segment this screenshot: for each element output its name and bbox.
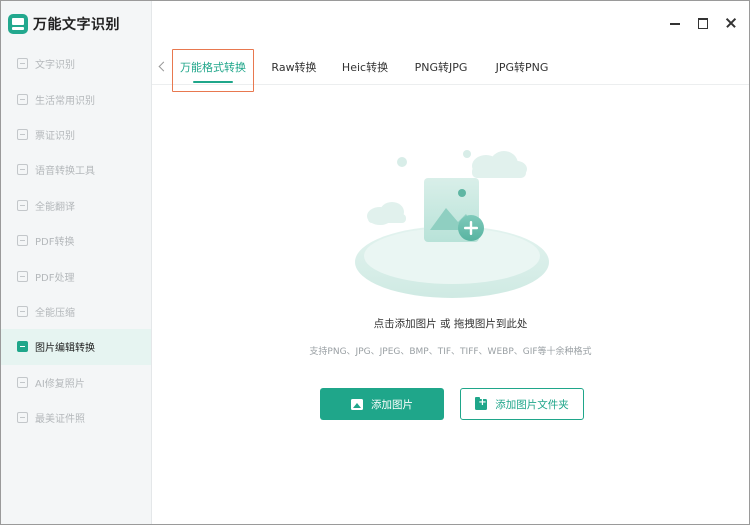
sidebar-item-label: 最美证件照 xyxy=(35,414,85,426)
image-edit-icon xyxy=(17,341,28,353)
chevron-left-icon[interactable] xyxy=(156,60,168,74)
life-scan-icon xyxy=(17,93,28,105)
supported-formats: 支持PNG、JPG、JPEG、BMP、TIF、TIFF、WEBP、GIF等十余种… xyxy=(309,347,592,357)
translate-icon xyxy=(17,199,28,211)
sidebar-item-label: PDF转换 xyxy=(35,237,75,249)
pdf-convert-icon xyxy=(17,235,28,247)
tab-label: 万能格式转换 xyxy=(180,61,246,74)
sidebar-item-pdf-convert[interactable]: PDF转换 xyxy=(1,223,151,258)
tab-label: Raw转换 xyxy=(271,61,317,74)
compress-icon xyxy=(17,305,28,317)
sidebar-item-translate[interactable]: 全能翻译 xyxy=(1,188,151,223)
tab-heic-convert[interactable]: Heic转换 xyxy=(334,49,396,85)
tab-label: JPG转PNG xyxy=(495,61,549,74)
tab-jpg-to-png[interactable]: JPG转PNG xyxy=(486,49,558,85)
sidebar-item-label: 票证识别 xyxy=(35,130,75,142)
sidebar-item-label: AI修复照片 xyxy=(35,378,85,390)
sidebar-item-compress[interactable]: 全能压缩 xyxy=(1,294,151,329)
sidebar-item-label: PDF处理 xyxy=(35,272,75,284)
sidebar-item-text-recognition[interactable]: 文字识别 xyxy=(1,46,151,81)
cloud-right xyxy=(472,151,527,178)
maximize-icon[interactable] xyxy=(697,17,709,29)
app-name: 万能文字识别 xyxy=(33,17,120,33)
minimize-icon[interactable] xyxy=(669,17,681,29)
add-image-button[interactable]: 添加图片 xyxy=(320,388,444,420)
sidebar-item-ticket-recognition[interactable]: 票证识别 xyxy=(1,117,151,152)
image-icon xyxy=(351,398,363,410)
folder-plus-icon xyxy=(475,396,488,410)
scanner-logo-icon xyxy=(8,14,28,34)
sidebar-item-life-recognition[interactable]: 生活常用识别 xyxy=(1,81,151,116)
sidebar: 万能文字识别 文字识别 生活常用识别 票证识别 语音转换工具 全能翻译 PDF转… xyxy=(1,1,152,524)
sidebar-item-label: 全能翻译 xyxy=(35,201,75,213)
tab-label: PNG转JPG xyxy=(414,61,468,74)
voice-convert-icon xyxy=(17,164,28,176)
sidebar-nav: 文字识别 生活常用识别 票证识别 语音转换工具 全能翻译 PDF转换 PDF处理… xyxy=(1,46,151,435)
ticket-scan-icon xyxy=(17,128,28,140)
close-icon[interactable] xyxy=(725,17,737,29)
sidebar-item-label: 全能压缩 xyxy=(35,307,75,319)
add-image-label: 添加图片 xyxy=(371,398,413,411)
app-title: 万能文字识别 xyxy=(8,13,120,35)
tab-label: Heic转换 xyxy=(341,61,389,74)
add-folder-button[interactable]: 添加图片文件夹 xyxy=(460,388,584,420)
id-photo-icon xyxy=(17,412,28,424)
app-window: 万能文字识别 文字识别 生活常用识别 票证识别 语音转换工具 全能翻译 PDF转… xyxy=(0,0,750,525)
sidebar-item-image-edit[interactable]: 图片编辑转换 xyxy=(1,329,151,365)
sidebar-item-label: 生活常用识别 xyxy=(35,95,95,107)
upload-illustration xyxy=(355,150,549,298)
tab-active-underline xyxy=(193,81,233,83)
text-scan-icon xyxy=(17,58,28,70)
sidebar-item-label: 图片编辑转换 xyxy=(35,343,95,355)
sidebar-item-label: 文字识别 xyxy=(35,60,75,72)
cloud-left xyxy=(367,202,406,225)
tab-png-to-jpg[interactable]: PNG转JPG xyxy=(406,49,476,85)
sidebar-item-voice-tools[interactable]: 语音转换工具 xyxy=(1,152,151,187)
drop-hint: 点击添加图片 或 拖拽图片到此处 xyxy=(373,318,528,330)
sidebar-item-label: 语音转换工具 xyxy=(35,166,95,178)
pdf-process-icon xyxy=(17,270,28,282)
sidebar-item-ai-repair[interactable]: AI修复照片 xyxy=(1,365,151,400)
tab-universal-format[interactable]: 万能格式转换 xyxy=(177,49,249,85)
tab-bar: 万能格式转换 Raw转换 Heic转换 PNG转JPG JPG转PNG xyxy=(152,49,749,92)
sidebar-item-pdf-process[interactable]: PDF处理 xyxy=(1,258,151,293)
add-folder-label: 添加图片文件夹 xyxy=(495,398,569,411)
ai-repair-icon xyxy=(17,376,28,388)
sidebar-item-id-photo[interactable]: 最美证件照 xyxy=(1,400,151,435)
tab-raw-convert[interactable]: Raw转换 xyxy=(264,49,324,85)
window-controls xyxy=(669,17,737,29)
